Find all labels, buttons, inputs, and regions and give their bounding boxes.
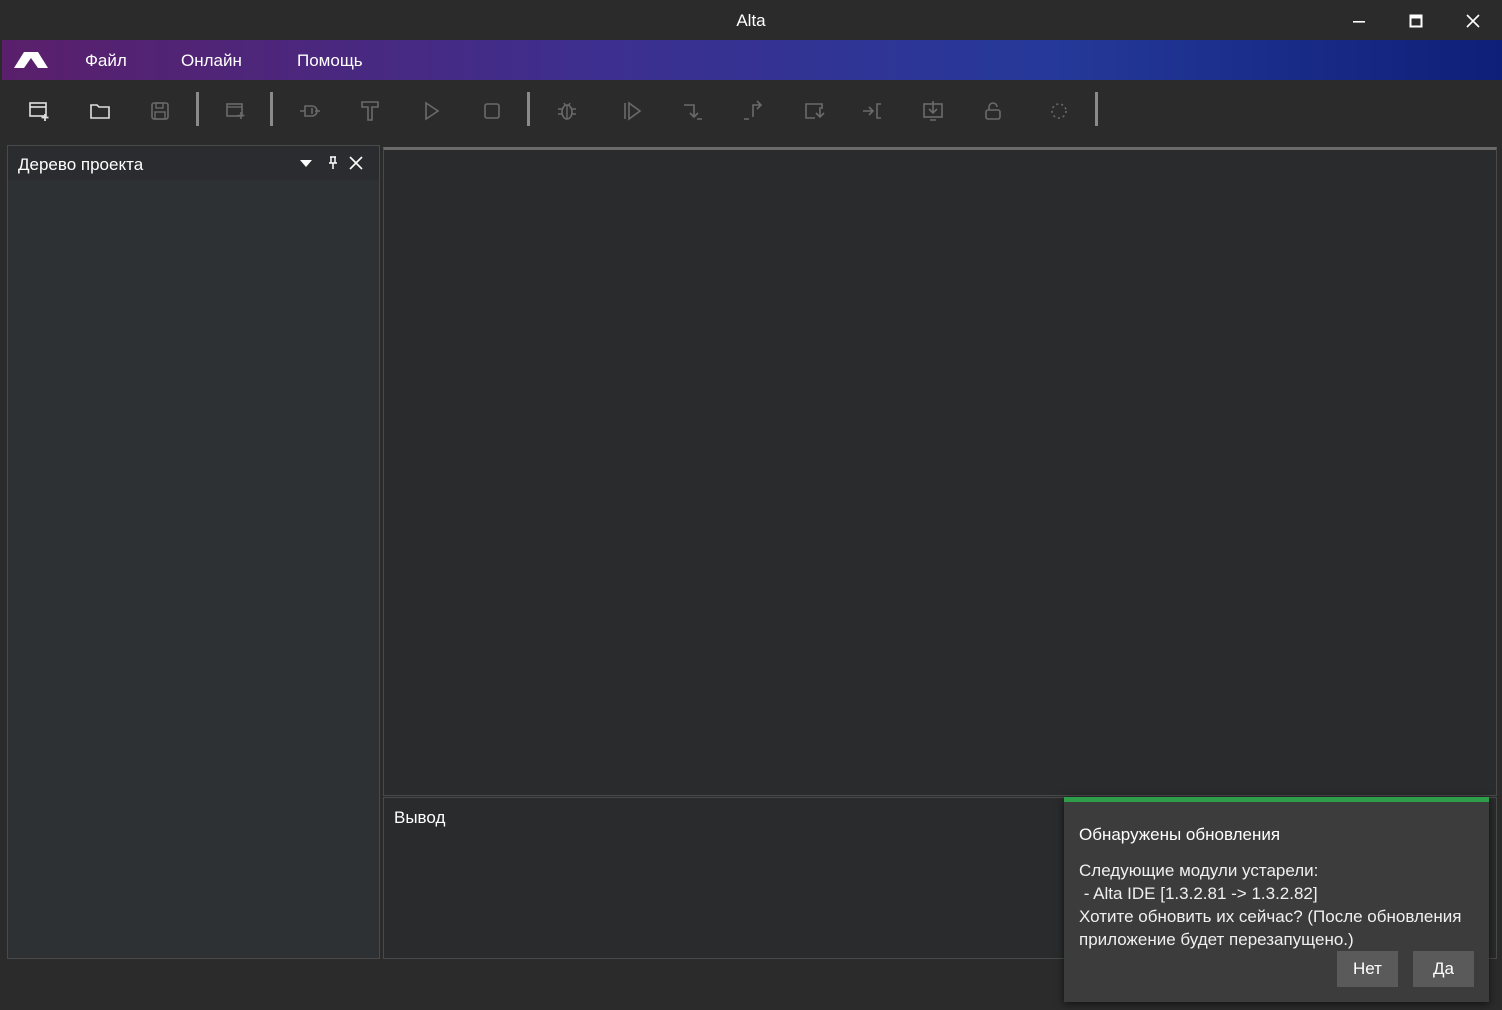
menu-bar: Файл Онлайн Помощь bbox=[2, 40, 1502, 80]
minimize-button[interactable] bbox=[1339, 6, 1379, 36]
debug-button[interactable] bbox=[552, 97, 582, 125]
step-into-icon bbox=[744, 100, 763, 120]
yes-button[interactable]: Да bbox=[1413, 951, 1474, 987]
maximize-button[interactable] bbox=[1396, 6, 1436, 36]
minimize-icon bbox=[1353, 21, 1365, 23]
connect-button[interactable] bbox=[295, 97, 325, 125]
run-to-cursor-button[interactable] bbox=[858, 97, 888, 125]
notification-line: - Alta IDE [1.3.2.81 -> 1.3.2.82] bbox=[1079, 884, 1318, 903]
step-out-icon bbox=[805, 103, 825, 119]
menu-file[interactable]: Файл bbox=[85, 51, 127, 71]
build-hammer-icon bbox=[361, 101, 379, 121]
toolbar-separator bbox=[270, 92, 273, 126]
menu-online[interactable]: Онлайн bbox=[181, 51, 242, 71]
window-title: Alta bbox=[736, 11, 766, 30]
menu-help[interactable]: Помощь bbox=[297, 51, 363, 71]
connect-plug-icon bbox=[300, 105, 320, 117]
save-button[interactable] bbox=[145, 97, 175, 125]
download-button[interactable] bbox=[918, 97, 948, 125]
notification-line: Следующие модули устарели: bbox=[1079, 861, 1319, 880]
editor-area[interactable] bbox=[383, 147, 1497, 796]
panel-dropdown-button[interactable] bbox=[298, 155, 314, 171]
notification-line: приложение будет перезапущено.) bbox=[1079, 930, 1354, 949]
notification-title: Обнаружены обновления bbox=[1079, 825, 1281, 844]
project-tree-title: Дерево проекта bbox=[18, 155, 144, 174]
step-out-button[interactable] bbox=[799, 97, 829, 125]
save-icon bbox=[151, 102, 169, 120]
loading-indicator bbox=[1044, 97, 1074, 125]
no-button[interactable]: Нет bbox=[1337, 951, 1398, 987]
stop-button[interactable] bbox=[477, 97, 507, 125]
toolbar-separator bbox=[196, 92, 199, 126]
debug-bug-icon bbox=[558, 102, 576, 120]
step-over-icon bbox=[684, 104, 702, 120]
continue-button[interactable] bbox=[617, 97, 647, 125]
project-tree-content[interactable] bbox=[8, 180, 379, 958]
update-notification: Обнаружены обновления Следующие модули у… bbox=[1064, 797, 1489, 1002]
close-button[interactable] bbox=[1453, 6, 1493, 36]
run-to-cursor-icon bbox=[863, 103, 881, 119]
new-project-icon bbox=[29, 102, 49, 121]
panel-pin-button[interactable] bbox=[325, 155, 341, 171]
download-icon bbox=[923, 101, 943, 121]
toolbar-separator bbox=[1095, 92, 1098, 126]
open-folder-button[interactable] bbox=[85, 97, 115, 125]
notification-line: Хотите обновить их сейчас? (После обновл… bbox=[1079, 907, 1462, 926]
add-window-icon bbox=[226, 103, 245, 119]
project-tree-panel: Дерево проекта bbox=[7, 145, 380, 959]
unlock-icon bbox=[985, 102, 1001, 120]
toolbar-separator bbox=[527, 92, 530, 126]
unlock-button[interactable] bbox=[978, 97, 1008, 125]
alta-logo-icon bbox=[14, 52, 48, 68]
step-into-button[interactable] bbox=[738, 97, 768, 125]
maximize-icon bbox=[1409, 14, 1423, 28]
open-folder-icon bbox=[90, 104, 110, 119]
project-tree-header: Дерево проекта bbox=[8, 146, 379, 180]
add-window-button[interactable] bbox=[221, 97, 251, 125]
step-over-button[interactable] bbox=[678, 97, 708, 125]
build-button[interactable] bbox=[355, 97, 385, 125]
continue-icon bbox=[624, 101, 642, 121]
new-project-button[interactable] bbox=[24, 97, 54, 125]
stop-icon bbox=[484, 103, 500, 119]
close-icon bbox=[349, 156, 363, 170]
close-icon bbox=[1466, 14, 1480, 28]
title-bar: Alta bbox=[0, 0, 1502, 40]
panel-close-button[interactable] bbox=[348, 155, 364, 171]
output-title: Вывод bbox=[394, 808, 446, 827]
run-button[interactable] bbox=[416, 97, 446, 125]
run-play-icon bbox=[425, 101, 440, 121]
pin-icon bbox=[329, 156, 337, 169]
chevron-down-icon bbox=[300, 160, 312, 167]
loading-icon bbox=[1051, 103, 1067, 119]
toolbar bbox=[0, 80, 1502, 142]
notification-message: Следующие модули устарели: - Alta IDE [1… bbox=[1079, 859, 1484, 951]
